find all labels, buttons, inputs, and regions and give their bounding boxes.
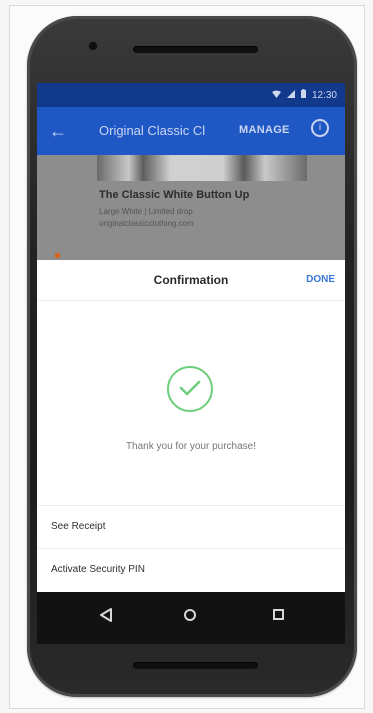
see-receipt-link[interactable]: See Receipt [51,521,105,532]
store-logo-icon [55,253,60,258]
confirmation-sheet-header: Confirmation DONE [37,260,345,301]
phone-screen: 12:30 ← Original Classic Cl MANAGE i The… [37,83,345,644]
product-store: originalclassicclothing.com [99,219,194,228]
status-time: 12:30 [311,89,337,101]
confirmation-message: Thank you for your purchase! [125,441,257,452]
status-bar: 12:30 [37,83,345,107]
wifi-icon [271,90,281,101]
app-bar: ← Original Classic Cl MANAGE i [37,107,345,155]
phone-frame: 12:30 ← Original Classic Cl MANAGE i The… [27,16,357,697]
status-icons: 12:30 [271,89,337,101]
product-title: The Classic White Button Up [99,189,250,201]
back-triangle-icon[interactable] [99,607,113,628]
dimmed-background-content: The Classic White Button Up Large White … [37,155,345,260]
app-bar-title: Original Classic Cl [99,123,206,138]
signal-icon [286,89,295,101]
divider [37,548,345,549]
bottom-speaker [133,662,258,669]
product-image [97,155,307,181]
check-circle-icon [167,366,213,412]
home-circle-icon[interactable] [184,609,196,621]
battery-icon [300,89,306,101]
info-icon[interactable]: i [311,119,329,137]
front-camera [89,42,97,50]
recents-square-icon[interactable] [273,609,284,620]
sheet-title: Confirmation [153,273,229,287]
manage-button[interactable]: MANAGE [239,124,290,136]
done-button[interactable]: DONE [306,274,335,285]
product-subtitle: Large White | Limited drop [99,207,193,216]
arrow-left-icon[interactable]: ← [49,121,67,142]
activate-security-pin-link[interactable]: Activate Security PIN [51,564,145,575]
divider [37,505,345,506]
top-speaker [133,46,258,53]
android-nav-bar [37,592,345,644]
